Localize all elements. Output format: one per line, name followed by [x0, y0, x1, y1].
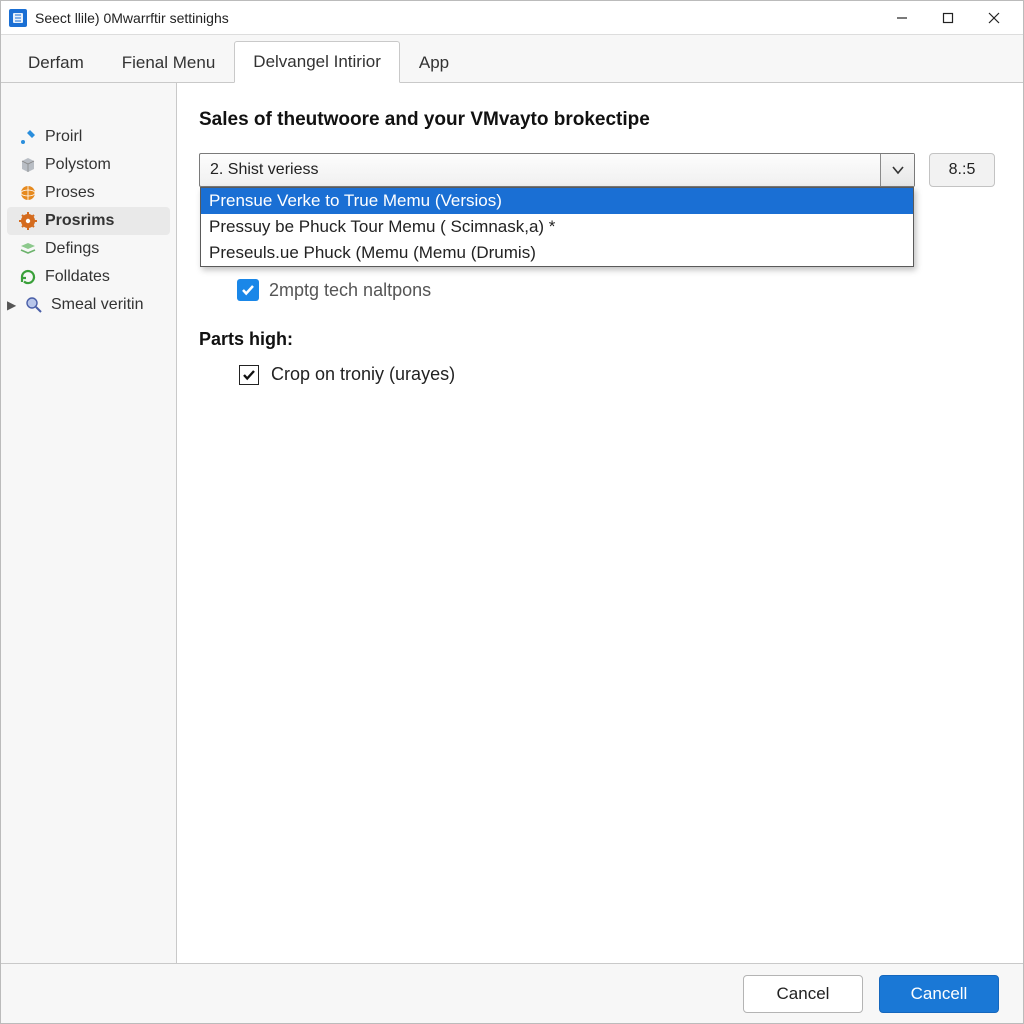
sidebar-item-polystom[interactable]: Polystom — [1, 151, 176, 179]
checkbox-checked-icon — [237, 279, 259, 301]
chevron-right-icon: ▶ — [7, 298, 17, 312]
layers-icon — [19, 240, 37, 258]
sidebar-item-smeal-veritin[interactable]: ▶ Smeal veritin — [1, 291, 176, 319]
checkbox-label: Crop on troniy (urayes) — [271, 364, 455, 385]
dropdown-option[interactable]: Prensue Verke to True Memu (Versios) — [201, 188, 913, 214]
sidebar-item-label: Proirl — [45, 128, 82, 146]
combo-dropdown: Prensue Verke to True Memu (Versios) Pre… — [200, 187, 914, 267]
sidebar-item-label: Proses — [45, 184, 95, 202]
sidebar-item-label: Folldates — [45, 268, 110, 286]
page-heading: Sales of theutwoore and your VMvayto bro… — [199, 109, 995, 131]
close-button[interactable] — [971, 3, 1017, 33]
tools-icon — [19, 128, 37, 146]
chevron-down-icon[interactable] — [880, 154, 914, 186]
sidebar-item-label: Smeal veritin — [51, 296, 143, 314]
sidebar-item-folldates[interactable]: Folldates — [1, 263, 176, 291]
globe-icon — [19, 184, 37, 202]
ok-button[interactable]: Cancell — [879, 975, 999, 1013]
combo-value: 2. Shist veriess — [210, 161, 880, 179]
gear-icon — [19, 212, 37, 230]
dropdown-option[interactable]: Preseuls.ue Phuck (Memu (Memu (Drumis) — [201, 240, 913, 266]
sidebar-item-label: Prosrims — [45, 212, 114, 230]
sidebar-item-defings[interactable]: Defings — [1, 235, 176, 263]
tab-fienal-menu[interactable]: Fienal Menu — [103, 42, 235, 83]
sidebar-item-label: Polystom — [45, 156, 111, 174]
ratio-box[interactable]: 8.:5 — [929, 153, 995, 187]
version-combo[interactable]: 2. Shist veriess Prensue Verke to True M… — [199, 153, 915, 187]
tab-derfam[interactable]: Derfam — [9, 42, 103, 83]
search-icon — [25, 296, 43, 314]
sidebar-item-label: Defings — [45, 240, 99, 258]
checkbox-label: 2mptg tech naltpons — [269, 280, 431, 301]
dropdown-option[interactable]: Pressuy be Phuck Tour Memu ( Scimnask,a)… — [201, 214, 913, 240]
maximize-button[interactable] — [925, 3, 971, 33]
cube-icon — [19, 156, 37, 174]
sidebar-item-proses[interactable]: Proses — [1, 179, 176, 207]
footer: Cancel Cancell — [1, 963, 1023, 1023]
sidebar-item-proirl[interactable]: Proirl — [1, 123, 176, 151]
tab-delvangel[interactable]: Delvangel Intirior — [234, 41, 400, 83]
tab-app[interactable]: App — [400, 42, 468, 83]
main-panel: Sales of theutwoore and your VMvayto bro… — [177, 83, 1023, 963]
window-title: Seect llile) 0Mwarrftir settinighs — [35, 10, 879, 26]
titlebar: Seect llile) 0Mwarrftir settinighs — [1, 1, 1023, 35]
tech-naltpons-check[interactable]: 2mptg tech naltpons — [237, 279, 995, 301]
body: Proirl Polystom Proses Prosrims — [1, 83, 1023, 963]
parts-high-label: Parts high: — [199, 329, 995, 350]
settings-window: Seect llile) 0Mwarrftir settinighs Derfa… — [0, 0, 1024, 1024]
sidebar: Proirl Polystom Proses Prosrims — [1, 83, 177, 963]
crop-check[interactable]: Crop on troniy (urayes) — [239, 364, 995, 385]
sidebar-item-prosrims[interactable]: Prosrims — [7, 207, 170, 235]
minimize-button[interactable] — [879, 3, 925, 33]
checkbox-checked-icon — [239, 365, 259, 385]
refresh-icon — [19, 268, 37, 286]
app-icon — [9, 9, 27, 27]
combo-row: 2. Shist veriess Prensue Verke to True M… — [199, 153, 995, 187]
tab-bar: Derfam Fienal Menu Delvangel Intirior Ap… — [1, 35, 1023, 83]
cancel-button[interactable]: Cancel — [743, 975, 863, 1013]
window-controls — [879, 3, 1017, 33]
